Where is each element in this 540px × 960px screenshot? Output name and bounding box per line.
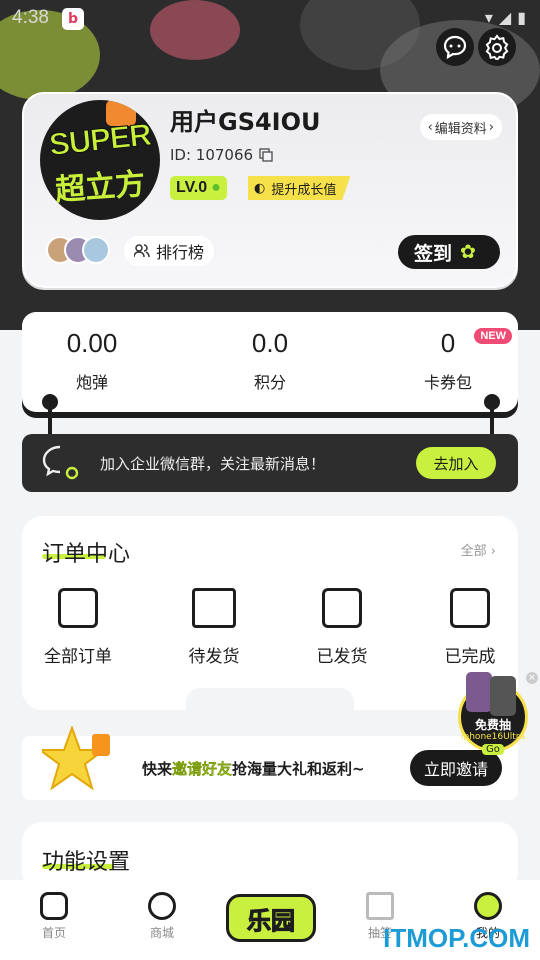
stat-label: 炮弹 <box>75 373 108 392</box>
wechat-group-banner: 加入企业微信群，关注最新消息！ 去加入 <box>22 434 518 492</box>
user-id: ID: 107066 <box>170 146 273 164</box>
pin-decoration <box>490 406 494 436</box>
settings-title: 功能设置 <box>42 850 131 875</box>
free-draw-promo[interactable]: 免费抽 iphone16Ultra Go × <box>452 670 538 762</box>
mall-icon <box>148 892 176 920</box>
status-time: 4:38 <box>12 7 49 28</box>
copy-icon[interactable] <box>259 148 273 162</box>
order-list-icon <box>58 588 98 628</box>
gift-box-icon <box>366 892 394 920</box>
avatar[interactable]: SUPER 超立方 <box>40 100 160 220</box>
grow-label: 提升成长值 <box>271 182 337 198</box>
site-watermark: ITMOP.COM <box>383 923 530 953</box>
join-group-button[interactable]: 去加入 <box>416 447 496 479</box>
users-icon <box>134 244 150 258</box>
all-orders-link[interactable]: 全部 › <box>461 540 496 559</box>
promo-go: Go <box>482 744 504 755</box>
wechat-work-icon <box>42 445 79 480</box>
chevron-right-icon: › <box>486 544 496 559</box>
star-mascot-icon <box>36 725 112 796</box>
grow-value-button[interactable]: ◐ 提升成长值 <box>248 176 351 200</box>
phone-image <box>466 672 492 712</box>
username: 用户GS4IOU <box>170 108 321 136</box>
tab-mall-label: 商城 <box>149 926 174 940</box>
order-pending-label: 待发货 <box>188 647 240 667</box>
stat-shells[interactable]: 0.00 炮弹 <box>22 328 162 393</box>
promo-title: 免费抽 <box>474 718 511 732</box>
message-button[interactable] <box>436 28 474 66</box>
chevron-left-icon: ‹ <box>427 119 433 135</box>
order-center-title: 订单中心 <box>42 542 131 567</box>
promo-subtitle: iphone16Ultra <box>461 732 525 742</box>
wechat-banner-text: 加入企业微信群，关注最新消息！ <box>100 455 326 473</box>
signal-icons: ▾ ◢ ▮ <box>485 8 526 27</box>
invite-text-pre: 快来 <box>142 760 173 778</box>
phone-image <box>490 676 516 716</box>
gear-icon <box>485 34 509 60</box>
tab-notch <box>186 688 354 710</box>
invite-text: 快来邀请好友抢海量大礼和返利~ <box>142 758 365 779</box>
order-all[interactable]: 全部订单 <box>28 588 128 667</box>
smile-icon <box>474 892 502 920</box>
home-icon <box>40 892 68 920</box>
edit-profile-label: 编辑资料 <box>434 121 487 137</box>
close-icon[interactable]: × <box>526 672 538 684</box>
avatar-text-super: SUPER <box>47 116 153 163</box>
ghost-icon: ● <box>211 179 221 196</box>
invite-banner[interactable]: 快来邀请好友抢海量大礼和返利~ 立即邀请 <box>22 725 518 800</box>
order-completed-label: 已完成 <box>444 647 496 667</box>
mascot-icon: ✿ <box>460 241 476 263</box>
stat-label: 积分 <box>253 373 286 392</box>
pin-decoration <box>48 406 52 436</box>
stat-label: 卡券包 <box>423 373 472 392</box>
order-shipped-label: 已发货 <box>316 647 368 667</box>
tab-park[interactable]: 乐园 <box>226 894 316 942</box>
signin-label: 签到 <box>414 242 453 265</box>
new-badge: NEW <box>474 328 512 344</box>
tab-mall[interactable]: 商城 <box>122 892 202 941</box>
chevron-right-icon: › <box>488 119 494 135</box>
order-all-label: 全部订单 <box>44 647 112 667</box>
avatar-text-brand: 超立方 <box>54 166 147 209</box>
invite-text-highlight: 邀请好友 <box>172 760 233 778</box>
order-center-card: 订单中心 全部 › 全部订单 待发货 已发货 已完成 <box>22 516 518 710</box>
settings-button[interactable] <box>478 28 516 66</box>
leaderboard-label: 排行榜 <box>156 243 205 262</box>
edit-profile-button[interactable]: ‹ 编辑资料 › <box>419 114 502 140</box>
user-id-text: ID: 107066 <box>170 146 254 164</box>
wifi-icon: ▾ <box>484 8 493 27</box>
stat-value: 0.0 <box>251 328 289 358</box>
tab-home-label: 首页 <box>41 926 66 940</box>
level-text: LV.0 <box>176 179 208 196</box>
order-pending-ship[interactable]: 待发货 <box>164 588 264 667</box>
leaderboard-button[interactable]: 排行榜 <box>124 236 215 266</box>
profile-card: SUPER 超立方 用户GS4IOU ‹ 编辑资料 › ID: 107066 LV.… <box>22 92 518 288</box>
truck-icon <box>192 588 236 628</box>
order-shipped[interactable]: 已发货 <box>292 588 392 667</box>
signal-icon: ◢ <box>498 8 512 27</box>
shipped-check-icon <box>322 588 362 628</box>
level-badge: LV.0 ● <box>170 176 227 200</box>
all-orders-label: 全部 <box>460 544 487 559</box>
invite-text-post: 抢海量大礼和返利~ <box>232 760 365 778</box>
signin-button[interactable]: 签到 ✿ <box>398 235 500 269</box>
app-notification-icon: b <box>62 8 84 30</box>
tab-home[interactable]: 首页 <box>14 892 94 941</box>
stat-value: 0.00 <box>66 328 118 358</box>
stat-points[interactable]: 0.0 积分 <box>200 328 340 393</box>
assets-card: 0.00 炮弹 0.0 积分 0 卡券包 NEW <box>22 312 518 412</box>
moon-icon: ◐ <box>254 180 266 196</box>
friend-avatars <box>46 236 110 264</box>
battery-icon: ▮ <box>517 8 526 27</box>
friend-avatar <box>82 236 110 264</box>
completed-box-icon <box>450 588 490 628</box>
chat-bubble-icon <box>443 35 467 60</box>
order-completed[interactable]: 已完成 <box>420 588 520 667</box>
